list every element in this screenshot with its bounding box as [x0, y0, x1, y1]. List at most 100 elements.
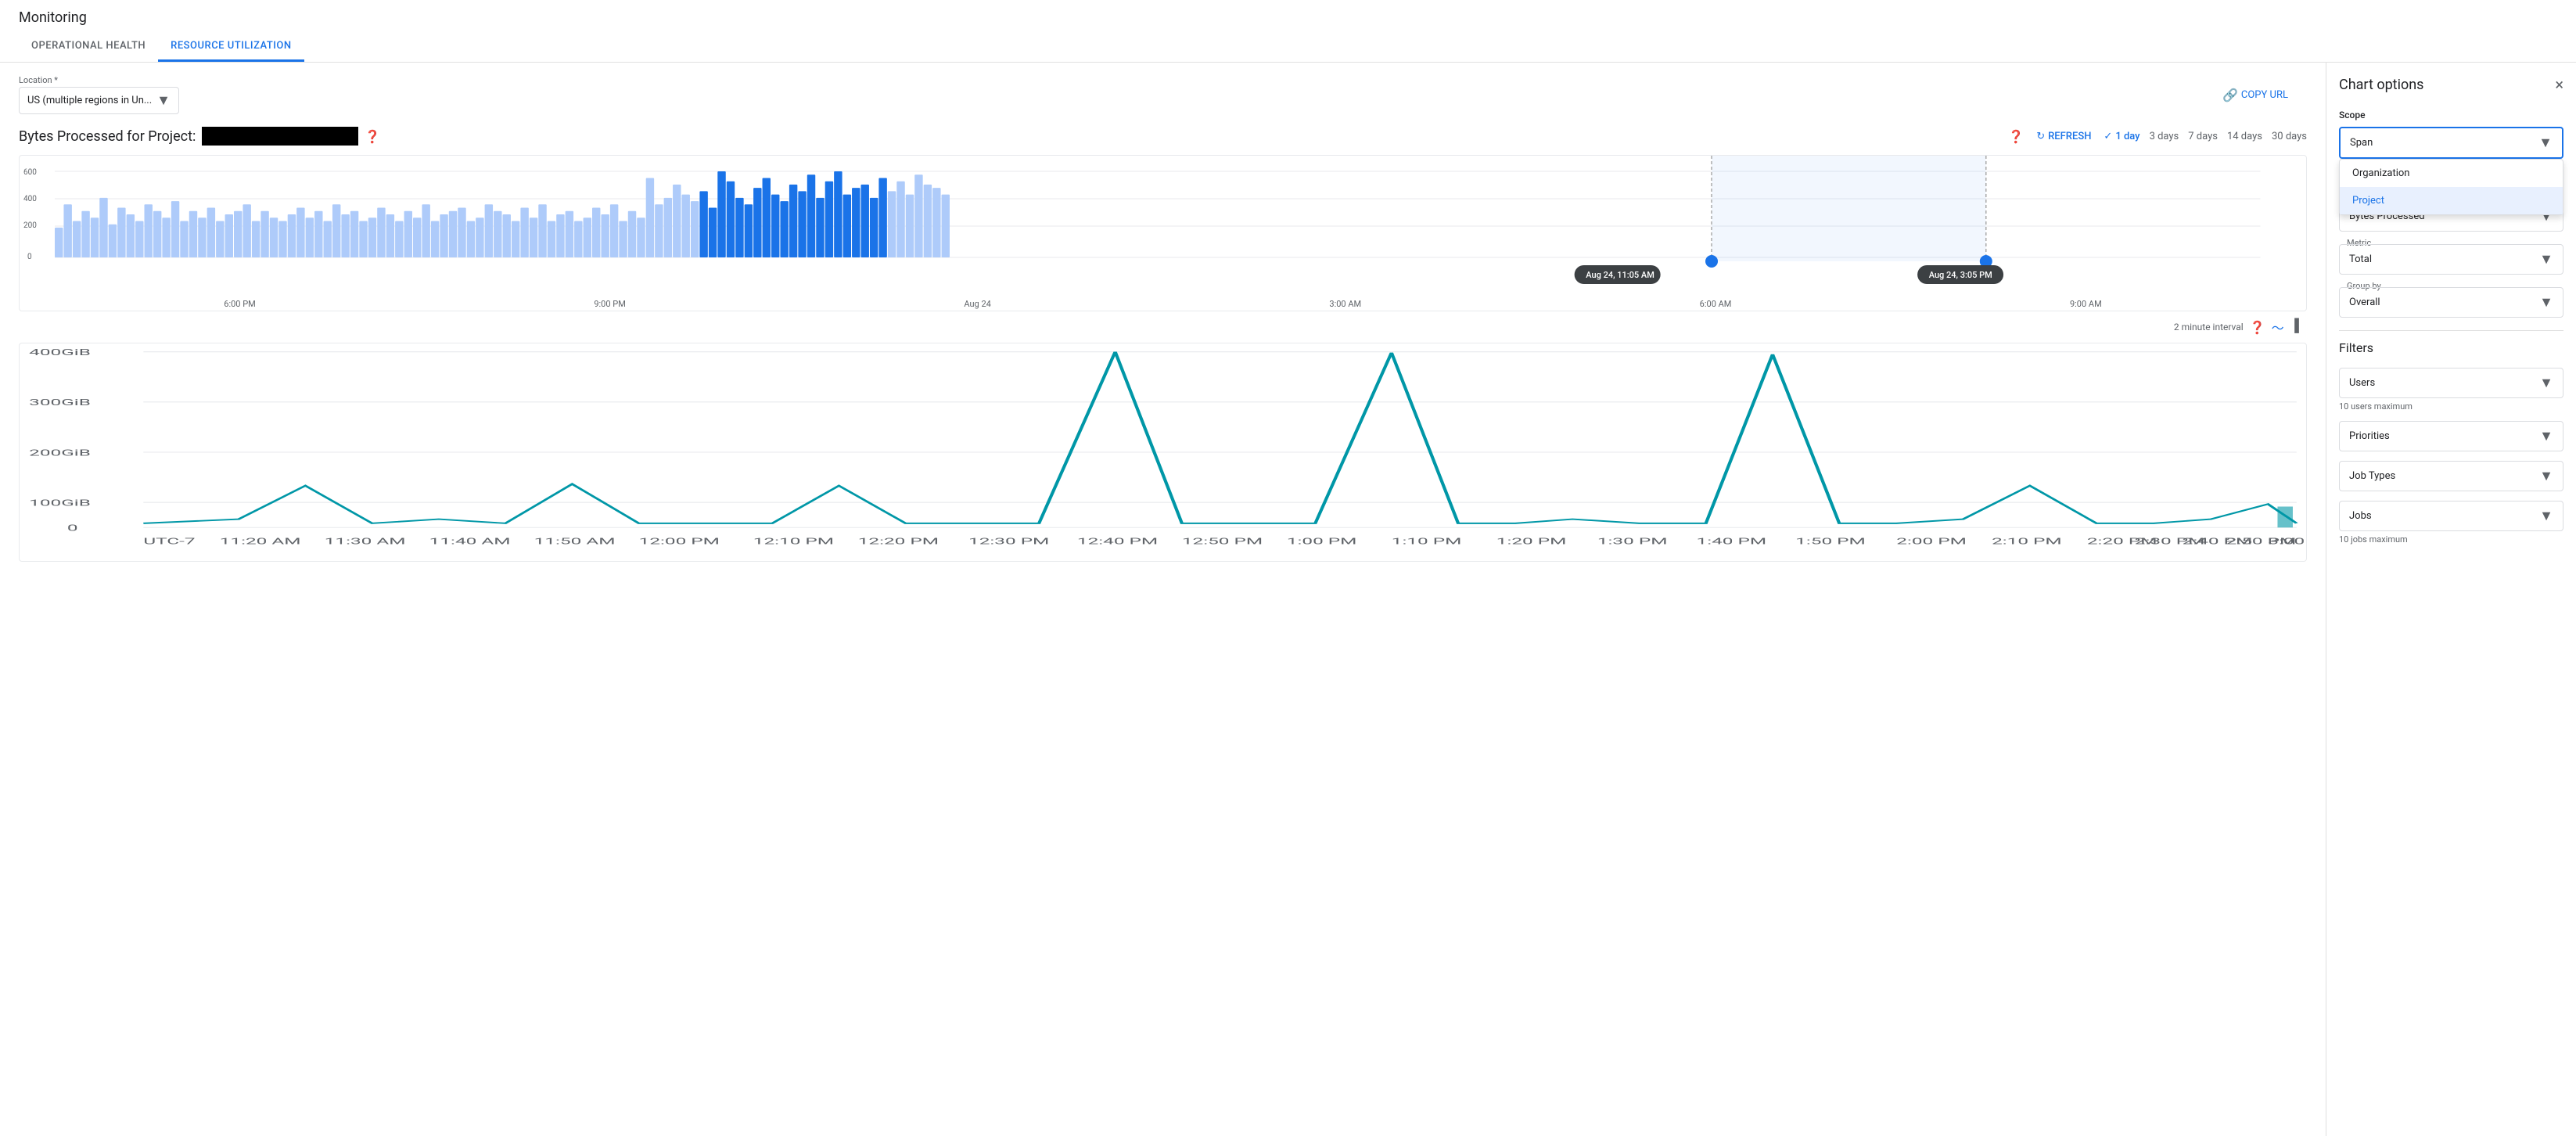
- line-y-200: 200GiB: [29, 448, 91, 458]
- refresh-button[interactable]: ↻ REFRESH: [2036, 131, 2091, 142]
- jobs-filter-dropdown[interactable]: Jobs ▼: [2339, 501, 2563, 531]
- checkmark-icon: ✓: [2104, 131, 2112, 142]
- app-container: Monitoring OPERATIONAL HEALTH RESOURCE U…: [0, 0, 2576, 1136]
- metric-dropdown-value: Total: [2349, 253, 2372, 265]
- span-option-project[interactable]: Project: [2340, 187, 2563, 214]
- job-types-chevron-icon: ▼: [2539, 468, 2553, 484]
- main-layout: Location * US (multiple regions in Un...…: [0, 63, 2576, 1136]
- group-by-section: Group by Overall ▼: [2339, 287, 2563, 318]
- x-label-210: 2:10 PM: [1992, 537, 2062, 547]
- x-label-1150: 11:50 AM: [534, 537, 616, 547]
- tabs: OPERATIONAL HEALTH RESOURCE UTILIZATION: [19, 32, 2557, 62]
- time-option-7days[interactable]: 7 days: [2188, 131, 2218, 142]
- bar-chart-container: 600 400 200 0 Aug 24, 11:05 AM: [19, 155, 2307, 311]
- time-option-14days[interactable]: 14 days: [2227, 131, 2262, 142]
- line-y-400: 400GiB: [29, 347, 91, 358]
- span-option-organization[interactable]: Organization: [2340, 160, 2563, 187]
- content-area: Location * US (multiple regions in Un...…: [0, 63, 2326, 1136]
- priorities-filter-dropdown[interactable]: Priorities ▼: [2339, 421, 2563, 451]
- x-label-120: 1:20 PM: [1496, 537, 1567, 547]
- metric-section: Metric Total ▼: [2339, 244, 2563, 275]
- divider: [2339, 330, 2563, 331]
- x-label-130: 1:30 PM: [1597, 537, 1668, 547]
- y-label-200: 200: [23, 221, 37, 230]
- drag-handle-start[interactable]: [1705, 255, 1718, 268]
- location-row: Location * US (multiple regions in Un...…: [19, 75, 2307, 114]
- interval-row: 2 minute interval ❓ 〜 ▐: [19, 318, 2307, 336]
- location-label: Location *: [19, 75, 179, 85]
- metric-chevron-icon: ▼: [2539, 251, 2553, 268]
- priorities-chevron-icon: ▼: [2539, 428, 2553, 444]
- x-label-150: 1:50 PM: [1795, 537, 1866, 547]
- time-option-3days[interactable]: 3 days: [2150, 131, 2179, 142]
- copy-url-button[interactable]: 🔗 COPY URL: [2222, 88, 2288, 102]
- chart-controls: ❓ ↻ REFRESH ✓ 1 day 3 days 7 days 14 day…: [2008, 129, 2307, 144]
- y-label-600: 600: [23, 168, 37, 177]
- x-label-1210: 12:10 PM: [753, 537, 834, 547]
- metric-field-wrapper: Metric Total ▼: [2339, 244, 2563, 275]
- job-types-filter-dropdown[interactable]: Job Types ▼: [2339, 461, 2563, 491]
- jobs-filter-hint: 10 jobs maximum: [2339, 534, 2563, 545]
- panel-header: Chart options ×: [2339, 75, 2563, 94]
- tooltip-end: Aug 24, 3:05 PM: [1929, 270, 1992, 280]
- x-label-140: 1:40 PM: [1697, 537, 1767, 547]
- x-label-100: 1:00 PM: [1287, 537, 1357, 547]
- line-y-0: 0: [67, 523, 78, 534]
- x-label-1200: 12:00 PM: [639, 537, 720, 547]
- tab-resource-utilization[interactable]: RESOURCE UTILIZATION: [158, 32, 304, 62]
- location-select[interactable]: US (multiple regions in Un... ▼: [19, 87, 179, 114]
- line-chart-svg: 400GiB 300GiB 200GiB 100GiB 0 UTC-7 11:2…: [20, 343, 2306, 561]
- x-label-1140: 11:40 AM: [429, 537, 511, 547]
- group-by-dropdown-value: Overall: [2349, 297, 2380, 308]
- jobs-chevron-icon: ▼: [2539, 508, 2553, 524]
- x-label-300: 3:00 PM: [2268, 537, 2306, 547]
- panel-title: Chart options: [2339, 77, 2423, 93]
- interval-help-icon[interactable]: ❓: [2250, 320, 2265, 335]
- x-label-110: 1:10 PM: [1392, 537, 1462, 547]
- y-label-400: 400: [23, 195, 37, 203]
- users-filter-dropdown[interactable]: Users ▼: [2339, 368, 2563, 398]
- users-chevron-icon: ▼: [2539, 375, 2553, 391]
- group-by-field-wrapper: Group by Overall ▼: [2339, 287, 2563, 318]
- tooltip-start: Aug 24, 11:05 AM: [1586, 270, 1654, 280]
- span-field-wrapper: Span ▼ Organization Project: [2339, 127, 2563, 159]
- job-types-filter-wrapper: Job Types ▼: [2339, 461, 2563, 491]
- help-icon[interactable]: ❓: [2008, 129, 2024, 144]
- priorities-filter-label: Priorities: [2349, 430, 2390, 442]
- time-option-30days[interactable]: 30 days: [2272, 131, 2307, 142]
- x-label-200: 2:00 PM: [1896, 537, 1967, 547]
- x-label-1130: 11:30 AM: [325, 537, 406, 547]
- jobs-filter-wrapper: Jobs ▼ 10 jobs maximum: [2339, 501, 2563, 545]
- x-label-utc: UTC-7: [143, 537, 195, 547]
- filters-section: Filters Users ▼ 10 users maximum Priorit…: [2339, 340, 2563, 545]
- bar-chart-icon[interactable]: ▐: [2290, 318, 2299, 336]
- chart-title-help-icon[interactable]: ❓: [365, 129, 380, 144]
- line-y-100: 100GiB: [29, 498, 91, 509]
- span-dropdown-menu: Organization Project: [2339, 159, 2563, 215]
- job-types-filter-label: Job Types: [2349, 470, 2395, 482]
- metric-dropdown[interactable]: Total ▼: [2339, 244, 2563, 275]
- line-chart-icon[interactable]: 〜: [2272, 318, 2284, 336]
- location-value: US (multiple regions in Un...: [27, 95, 152, 106]
- x-label-1230: 12:30 PM: [968, 537, 1049, 547]
- header: Monitoring OPERATIONAL HEALTH RESOURCE U…: [0, 0, 2576, 63]
- jobs-filter-label: Jobs: [2349, 510, 2372, 522]
- span-label: Span: [2350, 137, 2373, 149]
- selection-region: [1712, 156, 1986, 261]
- line-chart-container: 400GiB 300GiB 200GiB 100GiB 0 UTC-7 11:2…: [19, 343, 2307, 562]
- link-icon: 🔗: [2222, 88, 2238, 102]
- bars: [55, 171, 950, 257]
- mini-bar: [2277, 507, 2292, 528]
- tab-operational-health[interactable]: OPERATIONAL HEALTH: [19, 32, 158, 62]
- x-label-1240: 12:40 PM: [1077, 537, 1158, 547]
- chart-title: Bytes Processed for Project: ❓: [19, 127, 380, 146]
- group-by-dropdown[interactable]: Overall ▼: [2339, 287, 2563, 318]
- span-dropdown[interactable]: Span ▼: [2339, 127, 2563, 159]
- span-chevron-icon: ▼: [2538, 135, 2553, 151]
- time-option-1day[interactable]: ✓ 1 day: [2104, 131, 2139, 142]
- users-filter-label: Users: [2349, 377, 2375, 389]
- close-button[interactable]: ×: [2555, 75, 2563, 94]
- side-panel: Chart options × Scope Span ▼ Organizatio…: [2326, 63, 2576, 1136]
- y-label-0: 0: [27, 253, 32, 261]
- scope-section: Scope Span ▼ Organization Project: [2339, 110, 2563, 159]
